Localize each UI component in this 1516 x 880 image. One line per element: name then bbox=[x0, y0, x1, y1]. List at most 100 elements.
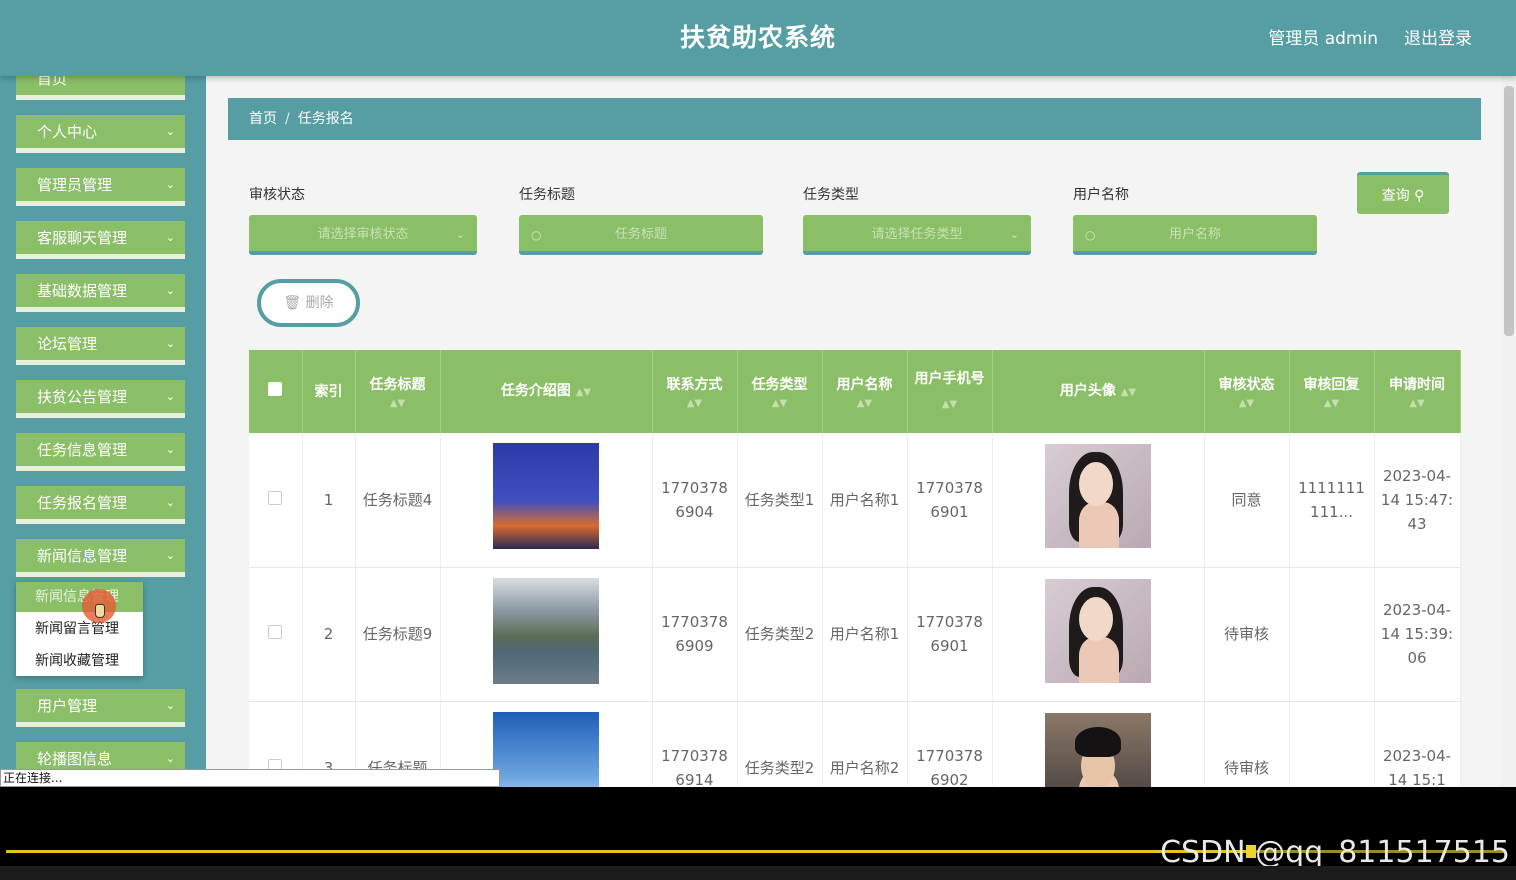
sidebar-item-admin-mgmt[interactable]: 管理员管理 ⌄ bbox=[16, 168, 185, 206]
user-avatar[interactable] bbox=[1045, 444, 1151, 549]
task-image-eiffel[interactable] bbox=[493, 443, 599, 550]
username-placeholder: 用户名称 bbox=[1168, 227, 1221, 242]
column-header-phone[interactable]: 用户手机号 ▲▼ bbox=[907, 350, 993, 433]
cell-type: 任务类型2 bbox=[737, 701, 823, 787]
submenu-news-favorites[interactable]: 新闻收藏管理 bbox=[16, 646, 143, 676]
sidebar-item-label: 管理员管理 bbox=[37, 176, 113, 194]
sort-icon: ▲▼ bbox=[1120, 386, 1137, 398]
query-label: 查询 bbox=[1381, 188, 1410, 204]
chevron-down-icon: ⌄ bbox=[165, 231, 175, 244]
sidebar-item-label: 基础数据管理 bbox=[37, 282, 128, 300]
breadcrumb-current: 任务报名 bbox=[297, 111, 354, 127]
type-select[interactable]: 请选择任务类型 ⌄ bbox=[803, 215, 1031, 255]
chevron-down-icon: ⌄ bbox=[165, 496, 175, 509]
sidebar-item-user-mgmt[interactable]: 用户管理 ⌄ bbox=[16, 689, 185, 727]
column-header-avatar[interactable]: 用户头像 ▲▼ bbox=[992, 350, 1205, 433]
column-header-type[interactable]: 任务类型 ▲▼ bbox=[737, 350, 823, 433]
chevron-down-icon: ⌄ bbox=[165, 284, 175, 297]
browser-status-bar: 正在连接... bbox=[0, 769, 500, 787]
sidebar-item-label: 用户管理 bbox=[37, 697, 98, 715]
sort-icon: ▲▼ bbox=[1409, 397, 1425, 409]
row-checkbox[interactable] bbox=[268, 625, 283, 639]
news-submenu: 新闻信息管理 新闻留言管理 新闻收藏管理 bbox=[16, 582, 143, 676]
column-header-reply[interactable]: 审核回复 ▲▼ bbox=[1289, 350, 1375, 433]
submenu-news-comments[interactable]: 新闻留言管理 bbox=[16, 614, 143, 644]
sidebar-item-chat-mgmt[interactable]: 客服聊天管理 ⌄ bbox=[16, 221, 185, 259]
sidebar-item-announcement[interactable]: 扶贫公告管理 ⌄ bbox=[16, 380, 185, 418]
row-select-cell bbox=[249, 433, 303, 568]
sort-icon: ▲▼ bbox=[1238, 397, 1255, 409]
hand-cursor-icon bbox=[95, 604, 105, 618]
cell-contact: 17703786914 bbox=[652, 701, 738, 787]
cell-status: 待审核 bbox=[1204, 567, 1290, 702]
chevron-down-icon: ⌄ bbox=[165, 443, 175, 456]
cell-phone: 17703786902 bbox=[907, 701, 993, 787]
column-header-contact[interactable]: 联系方式 ▲▼ bbox=[652, 350, 738, 433]
column-header-reply-label: 审核回复 bbox=[1303, 376, 1360, 393]
cell-contact: 17703786909 bbox=[652, 567, 738, 702]
cell-time: 2023-04-14 15:47:43 bbox=[1374, 433, 1461, 568]
column-header-username[interactable]: 用户名称 ▲▼ bbox=[822, 350, 908, 433]
title-input[interactable]: ○ 任务标题 bbox=[519, 215, 763, 255]
sidebar-item-forum[interactable]: 论坛管理 ⌄ bbox=[16, 327, 185, 365]
username-input[interactable]: ○ 用户名称 bbox=[1073, 215, 1317, 255]
breadcrumb-separator: / bbox=[285, 111, 290, 127]
submenu-news-info[interactable]: 新闻信息管理 bbox=[16, 582, 143, 612]
breadcrumb-home[interactable]: 首页 bbox=[249, 111, 277, 127]
sort-icon: ▲▼ bbox=[771, 397, 788, 409]
chevron-down-icon: ⌄ bbox=[455, 228, 465, 241]
logout-link[interactable]: 退出登录 bbox=[1404, 24, 1472, 49]
sidebar-item-personal-center[interactable]: 个人中心 ⌄ bbox=[16, 115, 185, 153]
cell-type: 任务类型1 bbox=[737, 433, 823, 568]
sidebar-item-task-signup[interactable]: 任务报名管理 ⌄ bbox=[16, 486, 185, 524]
user-avatar[interactable] bbox=[1045, 578, 1151, 683]
column-header-time[interactable]: 申请时间 ▲▼ bbox=[1374, 350, 1461, 433]
row-checkbox[interactable] bbox=[268, 490, 283, 505]
main-content: 首页 / 任务报名 审核状态 任务标题 任务类型 用户名称 请选择审核状态 ⌄ ○ 任务… bbox=[206, 76, 1502, 787]
trash-icon: 🗑 bbox=[283, 295, 302, 311]
query-button[interactable]: 查询 ⚲ bbox=[1357, 172, 1449, 214]
column-header-title[interactable]: 任务标题 ▲▼ bbox=[355, 350, 441, 433]
status-placeholder: 请选择审核状态 bbox=[317, 227, 409, 242]
cell-image bbox=[440, 567, 653, 702]
filter-label-status: 审核状态 bbox=[249, 187, 305, 203]
scrollbar-thumb[interactable] bbox=[1504, 86, 1514, 336]
sidebar-item-news-info[interactable]: 新闻信息管理 ⌄ bbox=[16, 539, 185, 577]
search-icon: ⚲ bbox=[1414, 188, 1425, 204]
table-row[interactable]: 2 任务标题9 17703786909 任务类型2 用户名称1 17703786… bbox=[249, 567, 1461, 702]
search-icon: ○ bbox=[1085, 228, 1096, 242]
filter-label-username: 用户名称 bbox=[1073, 187, 1129, 203]
column-header-status[interactable]: 审核状态 ▲▼ bbox=[1204, 350, 1290, 433]
status-select[interactable]: 请选择审核状态 ⌄ bbox=[249, 215, 477, 255]
sort-icon: ▲▼ bbox=[1323, 397, 1340, 409]
cell-status: 待审核 bbox=[1204, 701, 1290, 787]
cell-phone: 17703786901 bbox=[907, 433, 993, 568]
row-select-cell bbox=[249, 567, 303, 702]
column-header-status-label: 审核状态 bbox=[1218, 376, 1275, 393]
sidebar: 首页 个人中心 ⌄ 管理员管理 ⌄ 客服聊天管理 ⌄ 基础数据管理 ⌄ 论坛管理 ⌄ 扶贫… bbox=[0, 76, 206, 787]
column-header-image[interactable]: 任务介绍图 ▲▼ bbox=[440, 350, 653, 433]
sidebar-item-basic-data[interactable]: 基础数据管理 ⌄ bbox=[16, 274, 185, 312]
cell-index: 2 bbox=[302, 567, 356, 702]
sidebar-item-label: 论坛管理 bbox=[37, 335, 98, 353]
task-image-sky[interactable] bbox=[493, 711, 599, 787]
user-avatar[interactable] bbox=[1045, 712, 1151, 787]
title-placeholder: 任务标题 bbox=[614, 227, 667, 242]
column-header-image-label: 任务介绍图 bbox=[500, 382, 571, 399]
task-image-lake[interactable] bbox=[493, 577, 599, 684]
sidebar-item-label: 个人中心 bbox=[37, 123, 98, 141]
delete-button[interactable]: 🗑 删除 bbox=[257, 279, 360, 327]
sidebar-item-home[interactable]: 首页 bbox=[16, 76, 185, 100]
chevron-down-icon: ⌄ bbox=[165, 699, 175, 712]
sidebar-item-task-info[interactable]: 任务信息管理 ⌄ bbox=[16, 433, 185, 471]
sidebar-item-label: 新闻信息管理 bbox=[37, 547, 128, 565]
column-header-time-label: 申请时间 bbox=[1389, 376, 1445, 393]
cell-reply: 1111111111... bbox=[1289, 433, 1375, 568]
task-signup-table: 索引 任务标题 ▲▼ 任务介绍图 ▲▼ 联系方式 ▲▼ 任务类型 ▲▼ 用户名称 ▲▼ … bbox=[249, 350, 1461, 787]
cell-type: 任务类型2 bbox=[737, 567, 823, 702]
filter-label-type: 任务类型 bbox=[803, 187, 859, 203]
csdn-watermark: CSDN @qq_811517515 bbox=[1160, 835, 1510, 870]
table-row[interactable]: 1 任务标题4 17703786904 任务类型1 用户名称1 17703786… bbox=[249, 433, 1461, 568]
select-all-checkbox[interactable] bbox=[268, 381, 283, 396]
sidebar-item-label: 客服聊天管理 bbox=[37, 229, 128, 247]
